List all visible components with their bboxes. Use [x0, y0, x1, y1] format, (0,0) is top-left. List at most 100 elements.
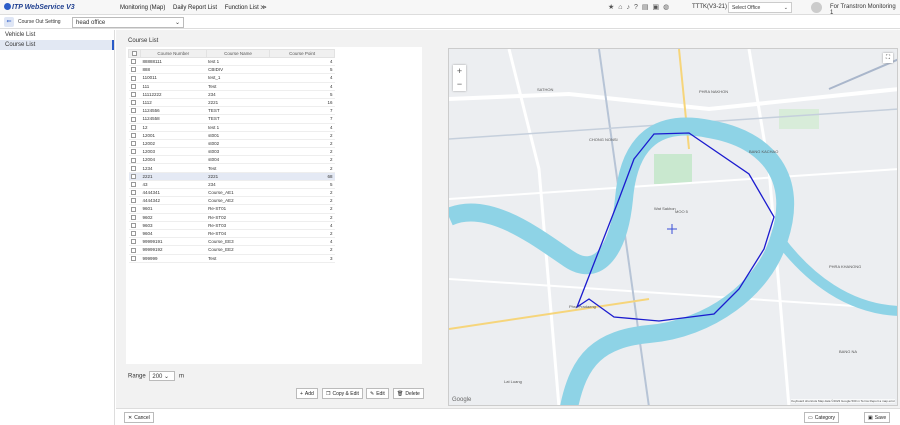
fullscreen-button[interactable]: ⛶	[883, 53, 893, 63]
table-row[interactable]: 9603 Re-ST03 4	[128, 221, 335, 230]
column-header[interactable]: Course Name	[205, 49, 271, 58]
row-checkbox-cell[interactable]	[128, 106, 141, 116]
globe-icon[interactable]: ◍	[663, 4, 673, 11]
range-select[interactable]: 200 ⌄	[149, 371, 176, 381]
column-header[interactable]: Course Number	[139, 49, 207, 58]
home-icon[interactable]: ⌂	[618, 4, 626, 11]
print-icon[interactable]: ▤	[642, 4, 653, 11]
row-checkbox-cell[interactable]	[128, 82, 141, 91]
star-icon[interactable]: ★	[608, 4, 618, 11]
row-checkbox-cell[interactable]	[128, 237, 141, 247]
office-dropdown[interactable]: head office ⌄	[72, 17, 184, 28]
table-row[interactable]: 4444341 Course_AE1 2	[128, 188, 335, 198]
table-row[interactable]: 99999192 Course_EE2 2	[128, 245, 335, 255]
row-checkbox[interactable]	[130, 214, 136, 220]
row-checkbox-cell[interactable]	[128, 180, 141, 190]
map-view[interactable]: PHRA NAKHON SATHON PHRA KHANONG BANG NA …	[448, 48, 898, 406]
row-checkbox[interactable]	[130, 157, 136, 163]
row-checkbox[interactable]	[130, 116, 136, 122]
select-all-checkbox[interactable]	[131, 51, 137, 57]
table-row[interactable]: 9601 Re-ST01 2	[128, 204, 335, 214]
row-checkbox[interactable]	[130, 239, 136, 245]
select-all-header[interactable]	[128, 49, 141, 58]
table-row[interactable]: 1124558 TEST 7	[128, 114, 335, 124]
table-row[interactable]: 12003 st003 2	[128, 147, 335, 157]
row-checkbox-cell[interactable]	[128, 131, 141, 140]
table-row[interactable]: 4444342 Course_AE2 2	[128, 196, 335, 206]
menu-item-daily-report[interactable]: Daily Report List	[173, 5, 217, 11]
menu-item-monitoring[interactable]: Monitoring (Map)	[120, 5, 165, 11]
row-checkbox[interactable]	[130, 83, 136, 89]
row-checkbox-cell[interactable]	[128, 229, 141, 239]
column-header[interactable]: Course Point	[269, 49, 335, 58]
row-checkbox[interactable]	[130, 124, 136, 130]
row-checkbox[interactable]	[130, 247, 136, 253]
row-checkbox[interactable]	[130, 198, 136, 204]
row-checkbox-cell[interactable]	[128, 57, 141, 67]
table-row[interactable]: 1234 Test 2	[128, 163, 335, 173]
row-checkbox[interactable]	[130, 149, 136, 155]
row-checkbox-cell[interactable]	[128, 204, 141, 214]
row-checkbox-cell[interactable]	[128, 163, 141, 173]
office-select[interactable]: Select Office ⌄	[728, 2, 792, 13]
row-checkbox-cell[interactable]	[128, 90, 141, 99]
row-checkbox[interactable]	[130, 255, 136, 261]
row-checkbox-cell[interactable]	[128, 65, 141, 75]
row-checkbox[interactable]	[130, 100, 136, 106]
menu-item-function-list[interactable]: Function List ≫	[225, 5, 267, 11]
table-row[interactable]: 43 234 5	[128, 180, 335, 190]
shop-icon[interactable]: ▣	[653, 4, 664, 11]
edit-button[interactable]: ✎ Edit	[366, 388, 389, 399]
sidebar-item-vehicle-list[interactable]: Vehicle List	[0, 30, 114, 40]
row-checkbox-cell[interactable]	[128, 98, 141, 108]
row-checkbox-cell[interactable]	[128, 213, 141, 222]
table-row[interactable]: 99999191 Course_EE3 4	[128, 237, 335, 247]
row-checkbox[interactable]	[130, 132, 136, 138]
avatar[interactable]	[811, 2, 822, 13]
row-checkbox-cell[interactable]	[128, 245, 141, 255]
row-checkbox-cell[interactable]	[128, 254, 141, 263]
row-checkbox[interactable]	[130, 141, 136, 147]
table-row[interactable]: 12001 st001 2	[128, 131, 335, 140]
help-icon[interactable]: ?	[634, 4, 642, 11]
app-logo[interactable]: ITP WebService V3	[4, 3, 75, 11]
row-checkbox[interactable]	[130, 67, 136, 73]
row-checkbox-cell[interactable]	[128, 114, 141, 124]
save-button[interactable]: ▣ Save	[864, 412, 891, 423]
back-button[interactable]: ⇐	[4, 17, 14, 27]
google-logo[interactable]: Google	[452, 397, 471, 403]
table-row[interactable]: 12 test 14	[128, 123, 335, 132]
sidebar-item-course-list[interactable]: Course List	[0, 40, 114, 50]
row-checkbox[interactable]	[130, 182, 136, 188]
table-row[interactable]: 888 CBIDIV 5	[128, 65, 335, 75]
table-row[interactable]: 110011 test_1 4	[128, 73, 335, 83]
row-checkbox[interactable]	[130, 223, 136, 228]
row-checkbox-cell[interactable]	[128, 172, 141, 181]
row-checkbox-cell[interactable]	[128, 155, 141, 165]
table-row[interactable]: 11112222 234 5	[128, 90, 335, 99]
row-checkbox-cell[interactable]	[128, 139, 141, 149]
row-checkbox-cell[interactable]	[128, 221, 141, 230]
row-checkbox-cell[interactable]	[128, 196, 141, 206]
row-checkbox[interactable]	[130, 173, 136, 179]
row-checkbox[interactable]	[130, 108, 136, 114]
table-row[interactable]: 2221 2221 68	[128, 172, 335, 181]
bell-icon[interactable]: ♪	[627, 4, 635, 11]
table-row[interactable]: 12002 st002 2	[128, 139, 335, 149]
map-canvas[interactable]	[449, 49, 898, 406]
category-button[interactable]: ▭ Category	[804, 412, 840, 423]
row-checkbox[interactable]	[130, 92, 136, 97]
add-button[interactable]: + Add	[296, 388, 318, 399]
table-row[interactable]: 111 Test 4	[128, 82, 335, 91]
row-checkbox[interactable]	[130, 75, 136, 81]
table-row[interactable]: 9602 Re-ST02 2	[128, 213, 335, 222]
table-row[interactable]: 1112 2221 16	[128, 98, 335, 108]
map-attribution[interactable]: Keyboard shortcuts Map data ©2023 Google…	[791, 399, 895, 403]
row-checkbox[interactable]	[130, 190, 136, 196]
delete-button[interactable]: 🗑 Delete	[393, 388, 424, 399]
zoom-in-button[interactable]: +	[453, 65, 466, 78]
table-row[interactable]: 9604 Re-ST04 2	[128, 229, 335, 239]
copy-edit-button[interactable]: ❐ Copy & Edit	[322, 388, 363, 399]
table-row[interactable]: 999999 Test 3	[128, 254, 335, 263]
row-checkbox[interactable]	[130, 206, 136, 212]
